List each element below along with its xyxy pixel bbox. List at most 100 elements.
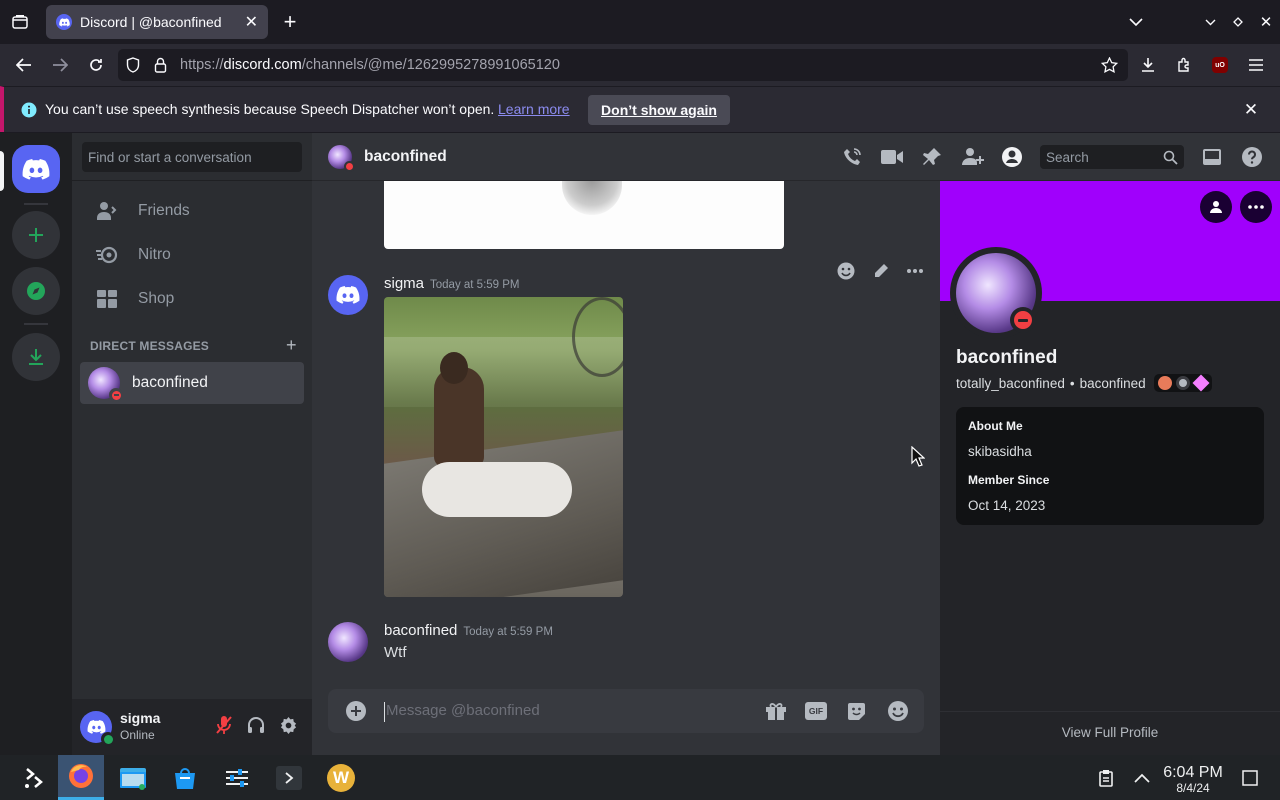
dnd-status-badge xyxy=(344,161,355,172)
taskbar-system-settings[interactable] xyxy=(214,755,260,800)
back-icon[interactable] xyxy=(12,53,36,77)
mouse-cursor-icon xyxy=(911,446,925,467)
headphones-icon[interactable] xyxy=(244,713,268,737)
shop-icon xyxy=(94,289,120,309)
sidebar-item-friends[interactable]: Friends xyxy=(80,190,304,232)
message-author[interactable]: baconfined xyxy=(384,622,457,639)
dont-show-again-button[interactable]: Don’t show again xyxy=(588,95,730,125)
gif-icon[interactable]: GIF xyxy=(804,699,828,723)
discover-servers-button[interactable] xyxy=(12,267,60,315)
clock-date[interactable]: 8/4/24 xyxy=(1160,781,1226,795)
sidebar-item-nitro[interactable]: Nitro xyxy=(80,234,304,276)
hamburger-menu-icon[interactable] xyxy=(1244,53,1268,77)
maximize-window-icon[interactable] xyxy=(1228,10,1248,34)
image-attachment[interactable] xyxy=(384,181,784,249)
add-server-button[interactable] xyxy=(12,211,60,259)
emoji-icon[interactable] xyxy=(886,699,910,723)
system-tray-expand-icon[interactable] xyxy=(1128,755,1156,800)
search-box[interactable]: Search xyxy=(1040,145,1184,169)
selected-indicator xyxy=(0,151,4,191)
find-conversation-input[interactable]: Find or start a conversation xyxy=(82,142,302,172)
boost-badge-icon[interactable] xyxy=(1192,374,1210,392)
learn-more-link[interactable]: Learn more xyxy=(498,101,570,117)
text-cursor xyxy=(384,702,385,722)
hypesquad-badge-icon[interactable] xyxy=(1157,376,1172,390)
new-tab-icon[interactable]: + xyxy=(278,9,302,34)
forward-icon[interactable] xyxy=(48,53,72,77)
message-timestamp: Today at 5:59 PM xyxy=(463,626,553,638)
view-full-profile-link[interactable]: View Full Profile xyxy=(940,725,1280,740)
dm-name: baconfined xyxy=(132,374,208,391)
url-path: /channels/@me/1262995278991065120 xyxy=(301,57,560,73)
user-settings-gear-icon[interactable] xyxy=(276,713,300,737)
dm-sidebar: Find or start a conversation Friends Nit… xyxy=(72,133,312,755)
message-author[interactable]: sigma xyxy=(384,275,424,292)
gift-icon[interactable] xyxy=(764,699,788,723)
tab-overview-icon[interactable] xyxy=(8,10,32,34)
create-dm-plus-icon[interactable]: + xyxy=(286,335,297,356)
clock-time[interactable]: 6:04 PM xyxy=(1160,764,1226,782)
notification-message: You can’t use speech synthesis because S… xyxy=(45,101,495,117)
url-bar[interactable]: https://discord.com/channels/@me/1262995… xyxy=(118,49,1128,81)
avatar[interactable] xyxy=(328,622,368,662)
hide-user-profile-icon[interactable] xyxy=(1000,145,1024,169)
about-me-label: About Me xyxy=(968,419,1023,433)
edit-pencil-icon[interactable] xyxy=(872,262,890,280)
inbox-icon[interactable] xyxy=(1200,145,1224,169)
add-friends-to-dm-icon[interactable] xyxy=(960,145,986,169)
dm-item-baconfined[interactable]: baconfined xyxy=(80,362,304,404)
reload-icon[interactable] xyxy=(84,53,108,77)
close-notification-icon[interactable]: ✕ xyxy=(1240,99,1262,121)
message-input[interactable]: Message @baconfined xyxy=(386,702,540,719)
list-tabs-icon[interactable] xyxy=(1124,10,1148,34)
shield-icon[interactable] xyxy=(126,57,146,73)
lock-icon[interactable] xyxy=(154,57,174,73)
sticker-icon[interactable] xyxy=(844,699,868,723)
bookmark-star-icon[interactable] xyxy=(1101,57,1118,73)
help-icon[interactable] xyxy=(1240,145,1264,169)
add-reaction-icon[interactable] xyxy=(836,261,856,281)
more-options-icon[interactable] xyxy=(906,268,924,274)
direct-messages-home-button[interactable] xyxy=(12,145,60,193)
extensions-icon[interactable] xyxy=(1172,53,1196,77)
more-options-icon[interactable] xyxy=(1240,191,1272,223)
sidebar-item-label: Nitro xyxy=(138,246,171,263)
close-window-icon[interactable]: ✕ xyxy=(1256,10,1276,34)
app-launcher-icon[interactable] xyxy=(10,755,56,800)
avatar[interactable] xyxy=(80,711,115,746)
notification-bar: You can’t use speech synthesis because S… xyxy=(0,86,1280,132)
close-tab-icon[interactable]: ✕ xyxy=(245,12,258,32)
upload-plus-icon[interactable] xyxy=(344,699,368,723)
sidebar-item-shop[interactable]: Shop xyxy=(80,278,304,320)
pinned-messages-icon[interactable] xyxy=(920,145,944,169)
mute-microphone-icon[interactable] xyxy=(212,713,236,737)
clipboard-icon[interactable] xyxy=(1092,755,1120,800)
image-attachment[interactable] xyxy=(384,297,623,597)
start-voice-call-icon[interactable] xyxy=(840,145,864,169)
show-desktop-icon[interactable] xyxy=(1236,755,1264,800)
taskbar-file-manager[interactable] xyxy=(110,755,156,800)
nitro-badge-icon[interactable] xyxy=(1175,376,1190,390)
separator-dot: • xyxy=(1069,375,1075,391)
taskbar-discover[interactable] xyxy=(162,755,208,800)
plus-icon xyxy=(29,228,43,242)
profile-badges xyxy=(1153,374,1212,392)
url-domain: discord.com xyxy=(223,57,302,73)
taskbar-firefox[interactable] xyxy=(58,755,104,800)
sliders-icon xyxy=(226,768,248,787)
chat-header: baconfined Search xyxy=(312,133,1280,181)
ublock-origin-icon[interactable]: uO xyxy=(1208,53,1232,77)
tab-discord[interactable]: Discord | @baconfined ✕ xyxy=(46,5,268,39)
downloads-icon[interactable] xyxy=(1136,53,1160,77)
start-video-call-icon[interactable] xyxy=(879,145,905,169)
dnd-status-badge xyxy=(1010,307,1036,333)
taskbar-terminal[interactable] xyxy=(266,755,312,800)
add-friend-icon[interactable] xyxy=(1200,191,1232,223)
download-apps-button[interactable] xyxy=(12,333,60,381)
profile-avatar-ring xyxy=(950,247,1042,339)
avatar[interactable] xyxy=(328,275,368,315)
profile-pronoun-name: baconfined xyxy=(1079,375,1146,391)
minimize-window-icon[interactable] xyxy=(1200,10,1220,34)
taskbar-app-w[interactable]: W xyxy=(318,755,364,800)
user-panel: sigma Online xyxy=(72,699,312,755)
